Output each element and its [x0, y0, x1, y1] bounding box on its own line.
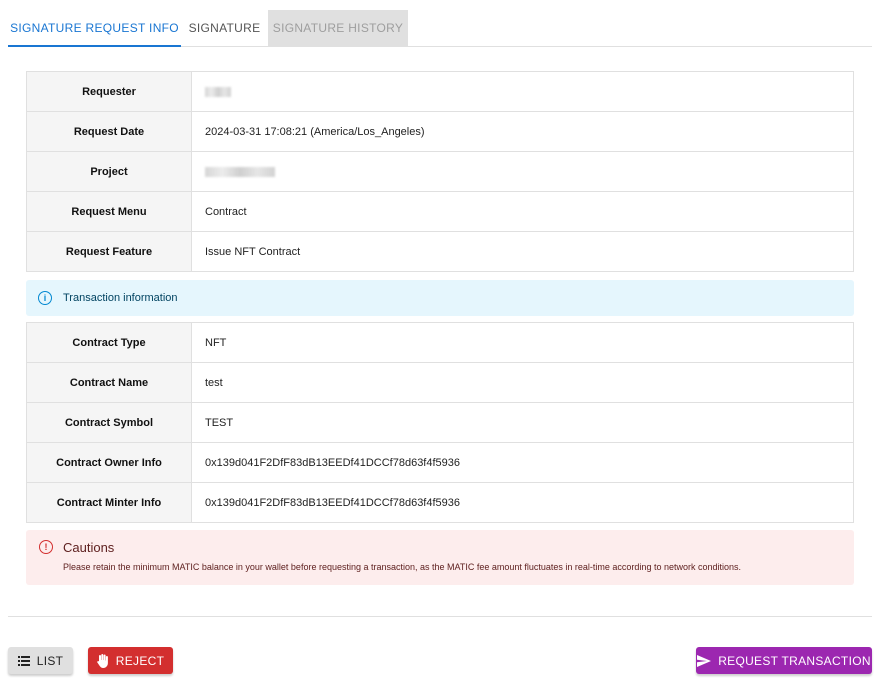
row-value-contract-minter-info: 0x139d041F2DfF83dB13EEDf41DCCf78d63f4f59…	[191, 482, 854, 523]
table-row: Requester	[26, 71, 854, 112]
row-value-request-feature: Issue NFT Contract	[191, 231, 854, 272]
table-row: Request Menu Contract	[26, 191, 854, 232]
table-row: Request Feature Issue NFT Contract	[26, 231, 854, 272]
hand-icon	[96, 653, 109, 668]
tab-signature[interactable]: SIGNATURE	[181, 10, 268, 46]
list-icon	[17, 655, 30, 666]
cautions-title: Cautions	[63, 540, 115, 555]
table-row: Contract Type NFT	[26, 322, 854, 363]
reject-button[interactable]: REJECT	[88, 647, 173, 674]
row-value-contract-owner-info: 0x139d041F2DfF83dB13EEDf41DCCf78d63f4f59…	[191, 442, 854, 483]
tab-signature-request-info[interactable]: SIGNATURE REQUEST INFO	[8, 10, 181, 47]
table-row: Contract Symbol TEST	[26, 402, 854, 443]
row-label-request-feature: Request Feature	[26, 231, 192, 272]
row-value-project	[191, 151, 854, 192]
row-value-request-date: 2024-03-31 17:08:21 (America/Los_Angeles…	[191, 111, 854, 152]
row-value-requester	[192, 72, 854, 112]
table-row: Contract Minter Info 0x139d041F2DfF83dB1…	[26, 482, 854, 523]
table-row: Contract Owner Info 0x139d041F2DfF83dB13…	[26, 442, 854, 483]
transaction-info-text: Transaction information	[63, 292, 178, 304]
cautions-message: Please retain the minimum MATIC balance …	[63, 562, 741, 572]
list-button-label: LIST	[36, 653, 64, 668]
row-label-contract-owner-info: Contract Owner Info	[26, 442, 192, 483]
transaction-info-table: Contract Type NFT Contract Name test Con…	[26, 322, 854, 523]
row-label-contract-name: Contract Name	[26, 362, 192, 403]
transaction-info-alert: i Transaction information	[26, 280, 854, 316]
redacted-requester	[205, 86, 231, 97]
row-label-contract-minter-info: Contract Minter Info	[26, 482, 192, 523]
row-label-requester: Requester	[26, 71, 192, 112]
table-row: Contract Name test	[26, 362, 854, 403]
row-label-contract-type: Contract Type	[26, 322, 192, 363]
info-icon: i	[38, 291, 52, 305]
table-row: Project	[26, 151, 854, 192]
row-value-request-menu: Contract	[191, 191, 854, 232]
send-icon	[697, 654, 712, 667]
row-label-project: Project	[26, 151, 192, 192]
redacted-project	[205, 166, 275, 177]
tab-signature-history: SIGNATURE HISTORY	[268, 10, 408, 46]
row-value-contract-name: test	[191, 362, 854, 403]
request-info-table: Requester Request Date 2024-03-31 17:08:…	[26, 71, 854, 272]
table-row: Request Date 2024-03-31 17:08:21 (Americ…	[26, 111, 854, 152]
row-label-request-date: Request Date	[26, 111, 192, 152]
cautions-alert: ! Cautions Please retain the minimum MAT…	[26, 530, 854, 585]
row-label-request-menu: Request Menu	[26, 191, 192, 232]
row-value-contract-type: NFT	[205, 336, 227, 349]
row-label-contract-symbol: Contract Symbol	[26, 402, 192, 443]
tab-bar: SIGNATURE REQUEST INFO SIGNATURE SIGNATU…	[8, 10, 872, 47]
divider	[8, 616, 872, 617]
request-transaction-button-label: REQUEST TRANSACTION	[718, 653, 871, 668]
error-icon: !	[39, 540, 53, 554]
reject-button-label: REJECT	[115, 653, 165, 668]
row-value-contract-symbol: TEST	[191, 402, 854, 443]
list-button[interactable]: LIST	[8, 647, 73, 674]
request-transaction-button[interactable]: REQUEST TRANSACTION	[696, 647, 872, 674]
